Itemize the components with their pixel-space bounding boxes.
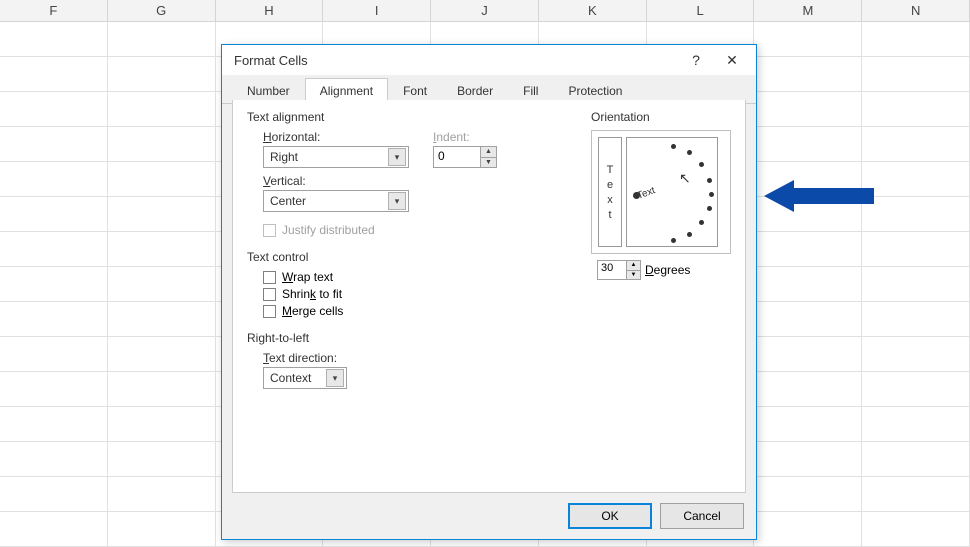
close-button[interactable]: ✕ bbox=[714, 46, 750, 74]
merge-cells-checkbox[interactable]: Merge cells bbox=[263, 304, 731, 318]
col-header[interactable]: M bbox=[754, 0, 862, 21]
chevron-down-icon: ▾ bbox=[388, 148, 406, 166]
col-header[interactable]: H bbox=[216, 0, 324, 21]
ok-button[interactable]: OK bbox=[568, 503, 652, 529]
col-header[interactable]: F bbox=[0, 0, 108, 21]
col-header[interactable]: N bbox=[862, 0, 970, 21]
column-headers: F G H I J K L M N bbox=[0, 0, 970, 22]
spinner-down-icon[interactable]: ▼ bbox=[481, 158, 496, 168]
spinner-down-icon[interactable]: ▼ bbox=[627, 271, 640, 280]
section-orientation: Orientation bbox=[591, 110, 731, 124]
merge-cells-label: Merge cells bbox=[282, 304, 343, 318]
chevron-down-icon: ▾ bbox=[388, 192, 406, 210]
indent-label: Indent: bbox=[433, 130, 497, 144]
col-header[interactable]: L bbox=[647, 0, 755, 21]
help-button[interactable]: ? bbox=[678, 46, 714, 74]
chevron-down-icon: ▾ bbox=[326, 369, 344, 387]
horizontal-value: Right bbox=[270, 150, 298, 164]
col-header[interactable]: G bbox=[108, 0, 216, 21]
vertical-value: Center bbox=[270, 194, 306, 208]
spinner-up-icon[interactable]: ▲ bbox=[627, 261, 640, 271]
section-right-to-left: Right-to-left bbox=[247, 331, 731, 345]
shrink-to-fit-checkbox[interactable]: Shrink to fit bbox=[263, 287, 731, 301]
text-direction-combo[interactable]: Context ▾ bbox=[263, 367, 347, 389]
checkbox-icon bbox=[263, 224, 276, 237]
titlebar[interactable]: Format Cells ? ✕ bbox=[222, 45, 756, 75]
dialog-title: Format Cells bbox=[234, 53, 678, 68]
tab-body-alignment: Text alignment Horizontal: Right ▾ Inden… bbox=[232, 100, 746, 493]
col-header[interactable]: I bbox=[323, 0, 431, 21]
orientation-dial[interactable]: Text ↖ bbox=[626, 137, 718, 247]
degrees-label: Degrees bbox=[645, 263, 690, 277]
indent-value: 0 bbox=[434, 147, 480, 167]
checkbox-icon bbox=[263, 305, 276, 318]
text-direction-label: Text direction: bbox=[263, 351, 731, 365]
justify-distributed-label: Justify distributed bbox=[282, 223, 375, 237]
dialog-buttons: OK Cancel bbox=[568, 503, 744, 529]
indent-spinner[interactable]: 0 ▲ ▼ bbox=[433, 146, 497, 168]
horizontal-combo[interactable]: Right ▾ bbox=[263, 146, 409, 168]
checkbox-icon bbox=[263, 288, 276, 301]
horizontal-label: Horizontal: bbox=[263, 130, 409, 144]
shrink-to-fit-label: Shrink to fit bbox=[282, 287, 342, 301]
orientation-group: Orientation T e x t Text ↖ bbox=[591, 110, 731, 280]
annotation-arrow-icon bbox=[764, 176, 874, 219]
col-header[interactable]: J bbox=[431, 0, 539, 21]
vertical-text-button[interactable]: T e x t bbox=[598, 137, 622, 247]
text-direction-value: Context bbox=[270, 371, 311, 385]
spinner-up-icon[interactable]: ▲ bbox=[481, 147, 496, 158]
degrees-spinner[interactable]: 30 ▲ ▼ bbox=[597, 260, 641, 280]
col-header[interactable]: K bbox=[539, 0, 647, 21]
degrees-value: 30 bbox=[598, 261, 626, 279]
format-cells-dialog: Format Cells ? ✕ Number Alignment Font B… bbox=[221, 44, 757, 540]
checkbox-icon bbox=[263, 271, 276, 284]
wrap-text-label: Wrap text bbox=[282, 270, 333, 284]
vertical-combo[interactable]: Center ▾ bbox=[263, 190, 409, 212]
cancel-button[interactable]: Cancel bbox=[660, 503, 744, 529]
cursor-icon: ↖ bbox=[679, 170, 691, 187]
